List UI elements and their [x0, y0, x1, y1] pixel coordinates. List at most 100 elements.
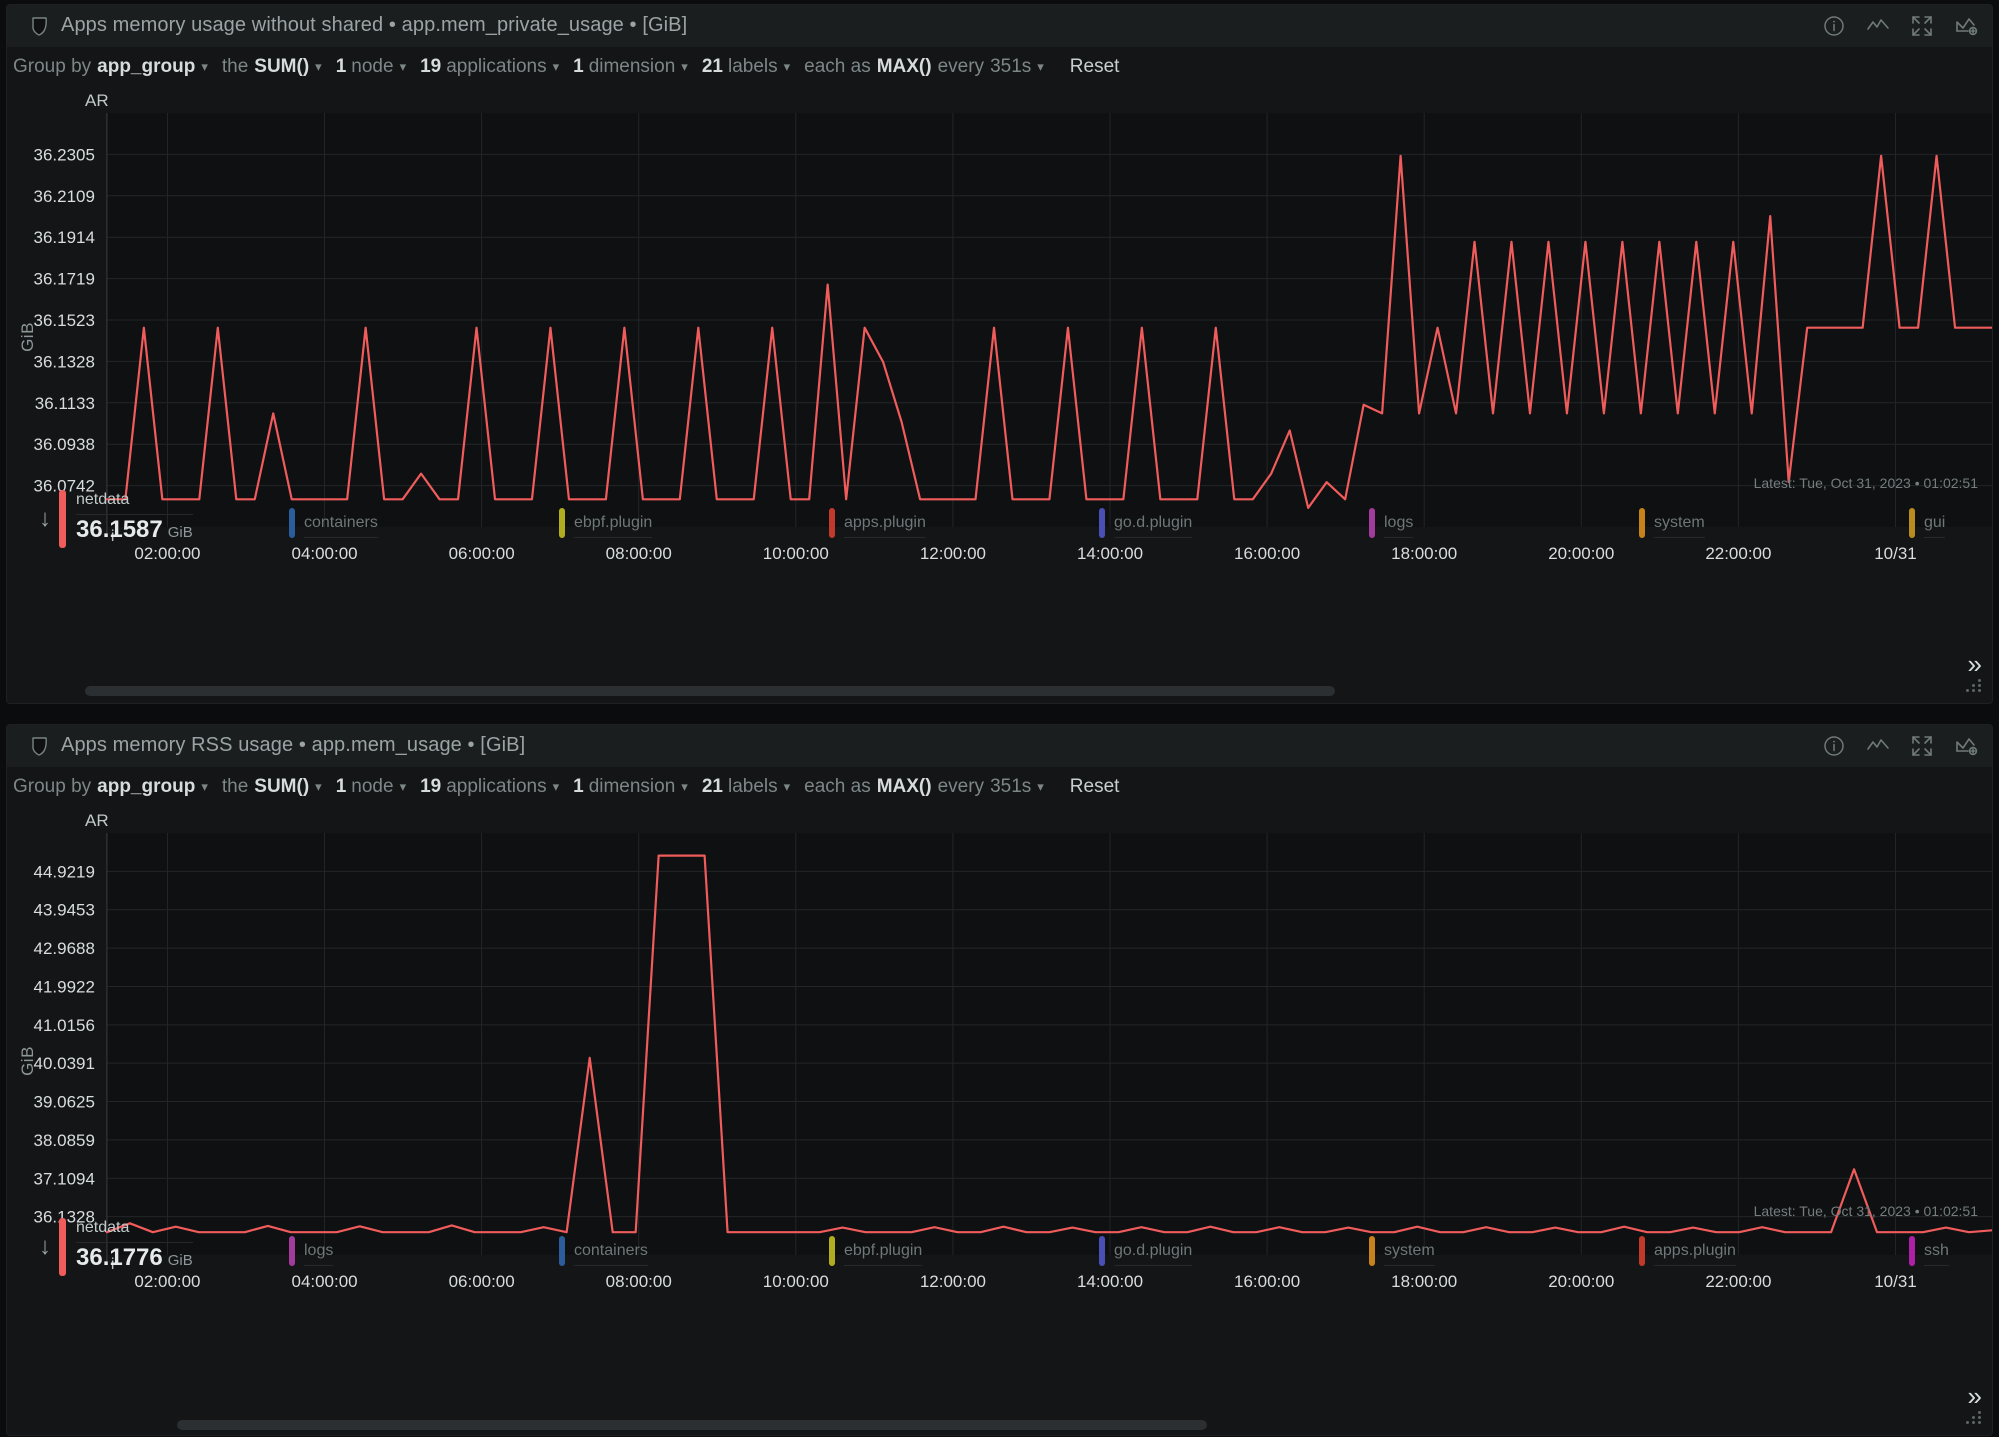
fullscreen-icon[interactable] [1910, 14, 1934, 38]
applications-dropdown[interactable]: 19 applications ▾ [420, 776, 573, 798]
nodes-dropdown[interactable]: 1 node ▾ [336, 56, 420, 78]
scrollbar-track[interactable] [7, 685, 1962, 697]
legend-item[interactable]: go.d.plugin [1099, 1236, 1369, 1266]
the-label: the [222, 776, 248, 798]
legend-item[interactable]: containers [289, 508, 559, 538]
resize-handle[interactable] [1966, 679, 1984, 693]
scrollbar-track[interactable] [7, 1419, 1962, 1431]
dimensions-label: dimension [589, 56, 676, 78]
legend-item-label: ebpf.plugin [844, 1241, 922, 1261]
legend-underline [1384, 1265, 1435, 1266]
chevron-down-icon: ▾ [400, 59, 407, 75]
legend-collapse-arrow[interactable]: ↓ [31, 1235, 59, 1259]
chart-line-icon[interactable] [1866, 14, 1890, 38]
legend-item[interactable]: apps.plugin [829, 508, 1099, 538]
labels-label: labels [728, 776, 778, 798]
dimensions-count: 1 [573, 56, 584, 78]
add-chart-icon[interactable] [1954, 734, 1978, 758]
legend-item[interactable]: ebpf.plugin [559, 508, 829, 538]
legend-item-label: system [1384, 1241, 1435, 1261]
y-axis-tick-label: 36.0938 [34, 435, 95, 454]
chart-header-actions [1822, 734, 1978, 758]
fullscreen-icon[interactable] [1910, 734, 1934, 758]
nodes-dropdown[interactable]: 1 node ▾ [336, 776, 420, 798]
resize-handle[interactable] [1966, 1411, 1984, 1425]
y-axis-tick-label: 40.0391 [34, 1054, 95, 1073]
legend-scroll-right[interactable]: » [1968, 1383, 1982, 1409]
legend-item-unit: GiB [168, 524, 193, 541]
chart-header: Apps memory usage without shared • app.m… [7, 5, 1992, 47]
applications-dropdown[interactable]: 19 applications ▾ [420, 56, 573, 78]
reset-button[interactable]: Reset [1070, 776, 1120, 798]
scrollbar-thumb[interactable] [85, 686, 1335, 696]
chart-title: Apps memory usage without shared • app.m… [61, 14, 687, 37]
legend-item-label: containers [304, 513, 378, 533]
legend-item[interactable]: system [1369, 1236, 1639, 1266]
y-axis-tick-label: 36.2305 [34, 145, 95, 164]
each-as-dropdown[interactable]: MAX() every 351s ▾ [877, 776, 1058, 798]
legend-item[interactable]: ssh [1909, 1236, 1992, 1266]
legend-item-body: logs [295, 1236, 333, 1266]
info-icon[interactable] [1822, 734, 1846, 758]
group-by-dropdown[interactable]: app_group ▾ [97, 56, 222, 78]
legend-item[interactable]: apps.plugin [1639, 1236, 1909, 1266]
legend-item-value: 36.1587GiB [76, 515, 193, 548]
horizontal-scrollbar[interactable] [7, 1419, 1962, 1431]
chevron-down-icon: ▾ [315, 779, 322, 795]
legend-item-body: apps.plugin [1645, 1236, 1736, 1266]
group-by-dropdown[interactable]: app_group ▾ [97, 776, 222, 798]
aggregation-dropdown[interactable]: SUM() ▾ [254, 56, 335, 78]
dimensions-dropdown[interactable]: 1 dimension ▾ [573, 776, 702, 798]
labels-dropdown[interactable]: 21 labels ▾ [702, 776, 804, 798]
chevron-down-icon: ▾ [681, 779, 688, 795]
legend-item-body: netdata 36.1587GiB [66, 490, 193, 548]
legend-item[interactable]: logs [289, 1236, 559, 1266]
y-axis-tick-label: 36.2109 [34, 187, 95, 206]
legend-scroll-right[interactable]: » [1968, 651, 1982, 677]
legend-item-label: go.d.plugin [1114, 513, 1192, 533]
aggregation-dropdown[interactable]: SUM() ▾ [254, 776, 335, 798]
legend-item-body: go.d.plugin [1105, 1236, 1192, 1266]
add-chart-icon[interactable] [1954, 14, 1978, 38]
legend-item[interactable]: go.d.plugin [1099, 508, 1369, 538]
each-as-value: MAX() [877, 56, 932, 78]
y-axis-tick-label: 36.1328 [34, 352, 95, 371]
nodes-label: node [351, 776, 393, 798]
scrollbar-thumb[interactable] [177, 1420, 1207, 1430]
legend-item-label: netdata [76, 490, 193, 510]
chart-line-icon[interactable] [1866, 734, 1890, 758]
legend-items: netdata 36.1587GiB containers ebpf.plugin ap… [59, 490, 1992, 548]
legend-collapse-arrow[interactable]: ↓ [31, 507, 59, 531]
dimensions-dropdown[interactable]: 1 dimension ▾ [573, 56, 702, 78]
labels-dropdown[interactable]: 21 labels ▾ [702, 56, 804, 78]
each-as-dropdown[interactable]: MAX() every 351s ▾ [877, 56, 1058, 78]
horizontal-scrollbar[interactable] [7, 685, 1962, 697]
anomaly-rate-label: AR [85, 811, 109, 831]
info-icon[interactable] [1822, 14, 1846, 38]
reset-button[interactable]: Reset [1070, 56, 1120, 78]
legend-item-unit: GiB [168, 1252, 193, 1269]
y-axis-tick-label: 36.1523 [34, 311, 95, 330]
chevron-down-icon: ▾ [400, 779, 407, 795]
legend-item[interactable]: system [1639, 508, 1909, 538]
legend-item[interactable]: ebpf.plugin [829, 1236, 1099, 1266]
chart-legend: ↓ netdata 36.1587GiB containers ebpf.plugin… [7, 487, 1992, 551]
legend-underline [574, 537, 652, 538]
nodes-count: 1 [336, 776, 347, 798]
y-axis-tick-label: 36.1914 [34, 228, 95, 247]
legend-item-body: ebpf.plugin [565, 508, 652, 538]
y-axis-tick-label: 36.1133 [35, 394, 95, 413]
legend-item[interactable]: gui [1909, 508, 1992, 538]
legend-item-value: 36.1776GiB [76, 1243, 193, 1276]
legend-item-selected[interactable]: netdata36.1776GiB [59, 1218, 289, 1276]
legend-item-label: apps.plugin [1654, 1241, 1736, 1261]
dimensions-count: 1 [573, 776, 584, 798]
legend-item[interactable]: logs [1369, 508, 1639, 538]
y-axis-tick-label: 36.1719 [34, 270, 95, 289]
chevron-down-icon: ▾ [315, 59, 322, 75]
y-axis-tick-label: 39.0625 [34, 1093, 95, 1112]
legend-item[interactable]: containers [559, 1236, 829, 1266]
chevron-down-icon: ▾ [553, 59, 560, 75]
chevron-down-icon: ▾ [681, 59, 688, 75]
legend-item-selected[interactable]: netdata 36.1587GiB [59, 490, 289, 548]
